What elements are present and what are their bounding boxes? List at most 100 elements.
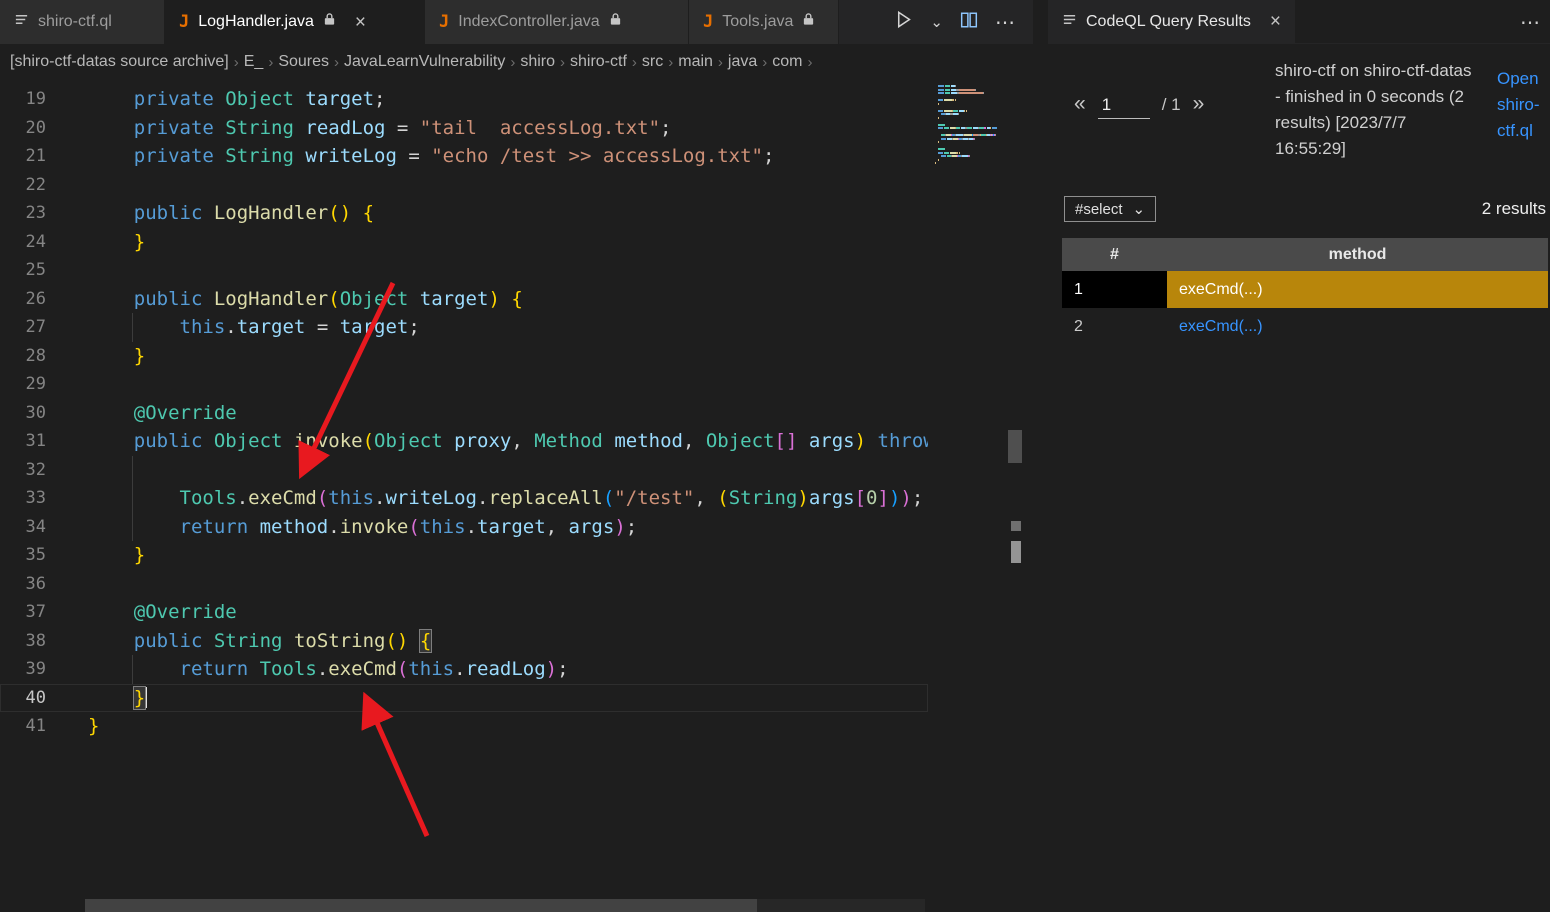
breadcrumb-separator-icon: › bbox=[334, 53, 340, 71]
code-line: this.target = target; bbox=[179, 316, 420, 338]
chevron-down-icon: ⌄ bbox=[1132, 201, 1146, 218]
run-dropdown-icon[interactable]: ⌄ bbox=[930, 13, 943, 31]
code-line: return Tools.exeCmd(this.readLog); bbox=[179, 658, 569, 680]
overview-ruler-marker bbox=[1011, 521, 1021, 531]
result-method-cell: exeCmd(...) bbox=[1167, 271, 1548, 308]
tab-tools-java[interactable]: J Tools.java bbox=[689, 0, 839, 44]
code-line: private String readLog = "tail accessLog… bbox=[133, 116, 672, 139]
breadcrumb-item[interactable]: JavaLearnVulnerability bbox=[344, 53, 505, 71]
code-line: public Object invoke(Object proxy, Metho… bbox=[133, 430, 928, 452]
page-number-input[interactable] bbox=[1097, 95, 1150, 119]
breadcrumb-item[interactable]: java bbox=[728, 53, 757, 71]
results-rows: 1 exeCmd(...) 2 exeCmd(...) bbox=[1062, 271, 1548, 345]
code-line: } bbox=[133, 544, 146, 566]
breadcrumb-separator-icon: › bbox=[631, 53, 637, 71]
result-row[interactable]: 2 exeCmd(...) bbox=[1062, 308, 1548, 345]
tab-loghandler-java[interactable]: J LogHandler.java × bbox=[165, 0, 425, 44]
results-table-header: # method bbox=[1062, 238, 1548, 271]
tab-label: Tools.java bbox=[722, 13, 794, 30]
panel-tab-label: CodeQL Query Results bbox=[1086, 12, 1251, 30]
text-cursor bbox=[145, 686, 148, 708]
panel-tab-bar: CodeQL Query Results × ⋯ bbox=[1048, 0, 1550, 44]
breadcrumb-separator-icon: › bbox=[762, 53, 768, 71]
panel-content: « / 1 » shiro-ctf on shiro-ctf-datas - f… bbox=[1048, 44, 1550, 912]
breadcrumb-item[interactable]: shiro-ctf bbox=[570, 53, 627, 71]
column-header-number: # bbox=[1110, 245, 1119, 263]
next-page-button[interactable]: » bbox=[1193, 92, 1205, 116]
tab-shiro-ctf-ql[interactable]: shiro-ctf.ql bbox=[0, 0, 165, 44]
ql-file-icon bbox=[14, 12, 29, 32]
code-line: private Object target; bbox=[133, 88, 386, 110]
result-row[interactable]: 1 exeCmd(...) bbox=[1062, 271, 1548, 308]
select-row: #select ⌄ 2 results bbox=[1064, 196, 1546, 222]
result-method-link[interactable]: exeCmd(...) bbox=[1179, 281, 1263, 299]
tab-indexcontroller-java[interactable]: J IndexController.java bbox=[425, 0, 689, 44]
overview-ruler-marker bbox=[1011, 541, 1021, 563]
page-total-label: / 1 bbox=[1161, 95, 1181, 114]
close-tab-icon[interactable]: × bbox=[355, 13, 366, 32]
split-editor-icon[interactable] bbox=[960, 11, 978, 34]
code-line: @Override bbox=[133, 601, 237, 623]
breadcrumb-separator-icon: › bbox=[560, 53, 565, 71]
result-method-link[interactable]: exeCmd(...) bbox=[1179, 318, 1263, 336]
breadcrumb-separator-icon: › bbox=[233, 53, 239, 71]
breadcrumb: [shiro-ctf-datas source archive] › E_ › Sour… bbox=[0, 44, 1033, 80]
indent-guide bbox=[132, 455, 133, 541]
breadcrumb-item[interactable]: E_ bbox=[244, 53, 264, 71]
breadcrumb-item[interactable]: com bbox=[772, 53, 802, 71]
code-lines: private Object target; private String re… bbox=[0, 85, 928, 741]
code-line: public String toString() { bbox=[133, 628, 433, 653]
breadcrumb-separator-icon: › bbox=[510, 53, 516, 71]
prev-page-button[interactable]: « bbox=[1074, 92, 1086, 116]
codeql-results-panel: CodeQL Query Results × ⋯ « / 1 » shiro-c… bbox=[1048, 0, 1550, 912]
more-actions-icon[interactable]: ⋯ bbox=[995, 10, 1015, 35]
select-column-dropdown[interactable]: #select ⌄ bbox=[1064, 196, 1157, 222]
results-pagination: « / 1 » bbox=[1074, 92, 1204, 119]
horizontal-scrollbar-thumb[interactable] bbox=[85, 899, 757, 912]
result-number: 1 bbox=[1062, 271, 1167, 308]
breadcrumb-separator-icon: › bbox=[268, 53, 274, 71]
java-file-icon: J bbox=[439, 12, 450, 32]
indent-guide bbox=[132, 655, 133, 684]
horizontal-scrollbar[interactable] bbox=[85, 899, 925, 912]
tab-label: shiro-ctf.ql bbox=[38, 13, 112, 30]
breadcrumb-item[interactable]: Soures bbox=[278, 53, 329, 71]
query-status-text: shiro-ctf on shiro-ctf-datas - finished … bbox=[1275, 61, 1472, 158]
run-button[interactable] bbox=[894, 10, 913, 34]
column-header-method: method bbox=[1328, 245, 1387, 263]
open-query-link[interactable]: Open shiro-ctf.ql bbox=[1497, 66, 1549, 144]
breadcrumb-item[interactable]: src bbox=[642, 53, 663, 71]
code-line: private String writeLog = "echo /test >>… bbox=[133, 145, 775, 167]
tab-codeql-query-results[interactable]: CodeQL Query Results × bbox=[1048, 0, 1295, 43]
breadcrumb-item[interactable]: shiro bbox=[520, 53, 555, 71]
code-editor[interactable]: 19 20 21 22 23 24 25 26 27 28 29 30 31 32 33 34 35 36 37 38… bbox=[0, 80, 1033, 912]
code-line: } bbox=[88, 715, 100, 737]
indent-guide bbox=[132, 313, 133, 342]
minimap[interactable] bbox=[935, 85, 1008, 166]
breadcrumb-separator-icon: › bbox=[807, 53, 813, 71]
code-line: public LogHandler(Object target) { bbox=[133, 287, 523, 310]
breadcrumb-separator-icon: › bbox=[717, 53, 723, 71]
close-panel-icon[interactable]: × bbox=[1270, 11, 1281, 33]
editor-tab-bar: shiro-ctf.ql J LogHandler.java × J Index… bbox=[0, 0, 1033, 44]
breadcrumb-item[interactable]: main bbox=[678, 53, 713, 71]
select-label: #select bbox=[1075, 200, 1123, 218]
vscode-window: { "icons": { "java_badge": "J", "close":… bbox=[0, 0, 1550, 912]
panel-more-actions-icon[interactable]: ⋯ bbox=[1520, 0, 1540, 44]
lock-icon bbox=[323, 12, 336, 32]
tab-label: IndexController.java bbox=[458, 13, 600, 30]
java-file-icon: J bbox=[703, 12, 714, 32]
code-line: @Override bbox=[133, 401, 237, 424]
results-table: # method 1 exeCmd(...) 2 exeCmd(...) bbox=[1062, 238, 1548, 345]
vertical-scrollbar[interactable] bbox=[1008, 430, 1022, 463]
lock-icon bbox=[609, 12, 622, 32]
breadcrumb-item[interactable]: [shiro-ctf-datas source archive] bbox=[10, 53, 229, 71]
tab-label: LogHandler.java bbox=[198, 13, 314, 30]
code-line: Tools.exeCmd(this.writeLog.replaceAll("/… bbox=[179, 487, 924, 509]
results-count: 2 results bbox=[1481, 199, 1546, 218]
java-file-icon: J bbox=[179, 12, 190, 32]
